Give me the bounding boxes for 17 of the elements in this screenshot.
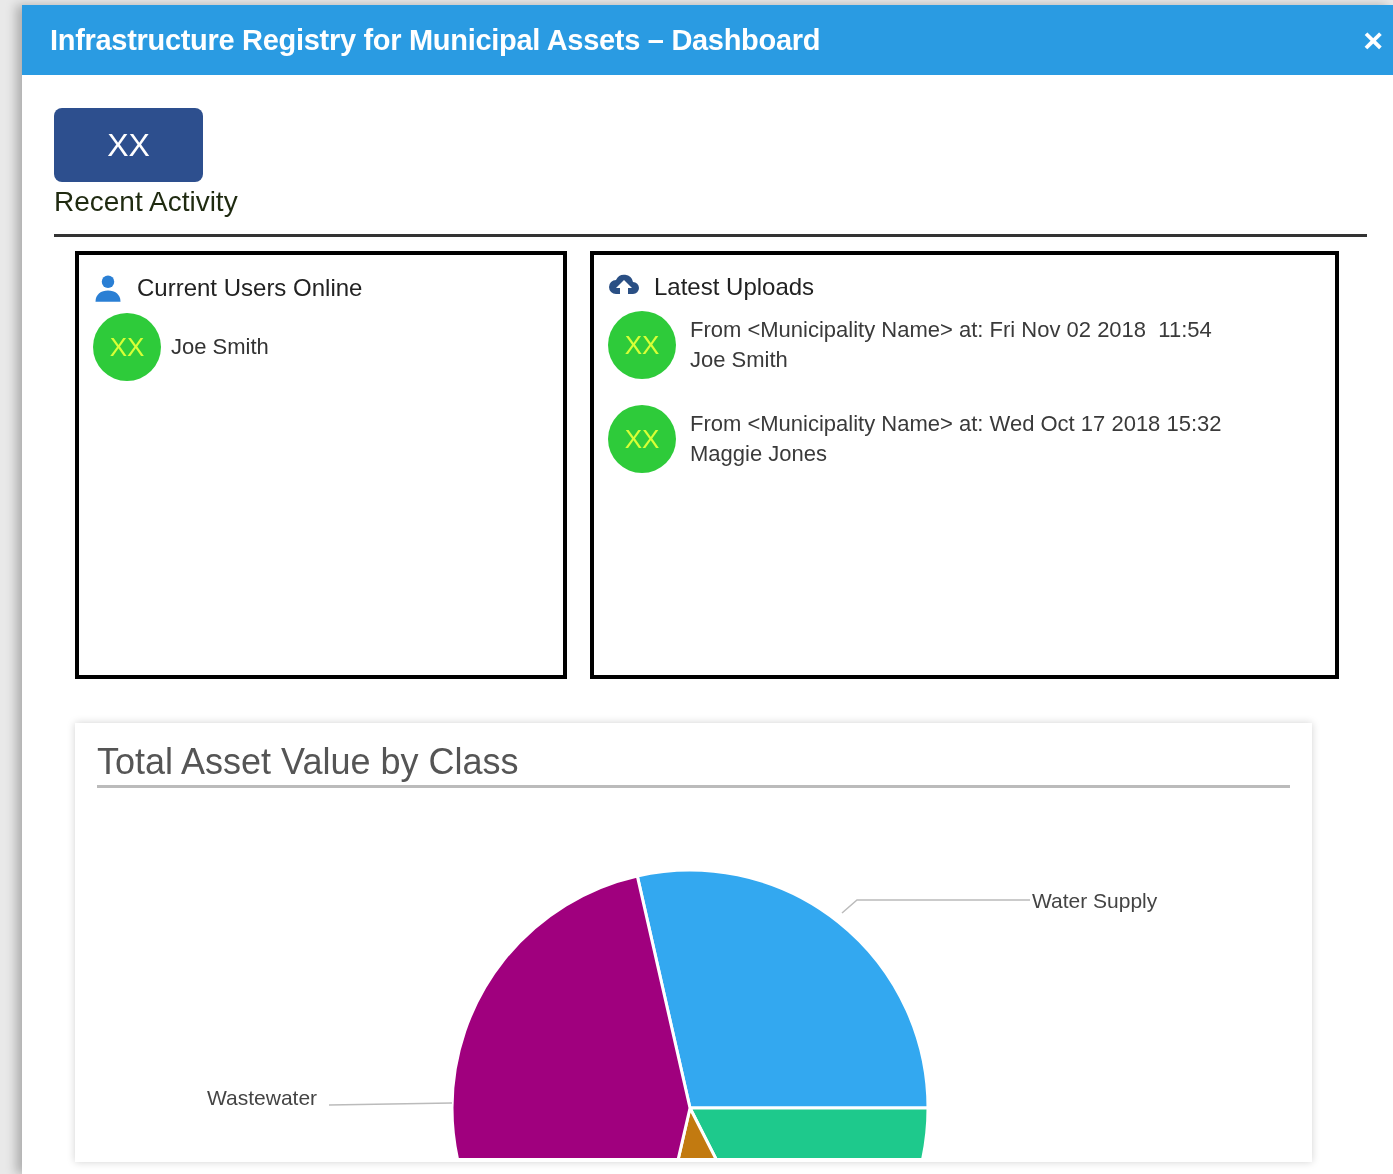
panel-title: Current Users Online bbox=[137, 274, 363, 302]
user-avatar: XX bbox=[93, 313, 161, 381]
window-title: Infrastructure Registry for Municipal Assets – Dashboard bbox=[50, 23, 821, 57]
user-icon bbox=[93, 273, 123, 303]
slice-label: Water Supply bbox=[1032, 889, 1158, 912]
user-avatar: XX bbox=[608, 405, 676, 473]
chart-title: Total Asset Value by Class bbox=[97, 741, 1290, 788]
upload-user: Joe Smith bbox=[690, 347, 789, 373]
initials-button[interactable]: XX bbox=[54, 108, 203, 182]
user-avatar: XX bbox=[608, 311, 676, 379]
panel-title: Latest Uploads bbox=[654, 273, 815, 301]
upload-source: From <Municipality Name> at: Wed Oct 17 2018 15:32 bbox=[690, 411, 1222, 437]
upload-user: Maggie Jones bbox=[690, 441, 828, 467]
section-title: Recent Activity bbox=[54, 186, 239, 218]
user-name: Joe Smith bbox=[171, 334, 269, 360]
slice-label: Wastewater bbox=[207, 1086, 318, 1109]
upload-source: From <Municipality Name> at: Fri Nov 02 2018 11:54 bbox=[690, 317, 1212, 343]
